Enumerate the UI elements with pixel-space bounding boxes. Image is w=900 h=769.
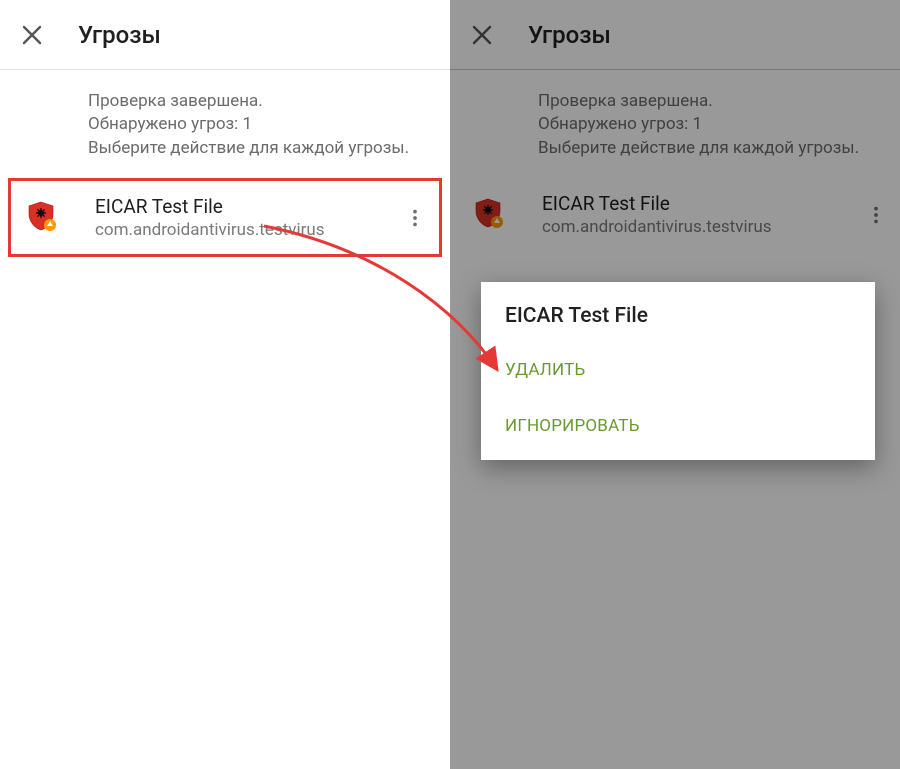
scan-status: Проверка завершена. Обнаружено угроз: 1 … <box>0 70 450 178</box>
status-line-1: Проверка завершена. <box>538 90 878 113</box>
status-line-3: Выберите действие для каждой угрозы. <box>538 137 878 160</box>
app-header: Угрозы <box>0 0 450 70</box>
threat-list-item[interactable]: EICAR Test File com.androidantivirus.tes… <box>450 178 900 251</box>
close-icon[interactable] <box>468 21 496 49</box>
threat-text: EICAR Test File com.androidantivirus.tes… <box>95 195 403 240</box>
threat-name: EICAR Test File <box>542 192 864 215</box>
ignore-button[interactable]: ИГНОРИРОВАТЬ <box>481 398 875 454</box>
scan-status: Проверка завершена. Обнаружено угроз: 1 … <box>450 70 900 178</box>
threat-text: EICAR Test File com.androidantivirus.tes… <box>542 192 864 237</box>
status-line-1: Проверка завершена. <box>88 90 428 113</box>
screen-threats-dialog: Угрозы Проверка завершена. Обнаружено уг… <box>450 0 900 769</box>
threat-package: com.androidantivirus.testvirus <box>542 217 864 237</box>
more-options-icon[interactable] <box>864 204 888 226</box>
shield-threat-icon <box>25 200 59 236</box>
dialog-title: EICAR Test File <box>481 304 875 342</box>
threat-list-item[interactable]: EICAR Test File com.androidantivirus.tes… <box>8 178 442 257</box>
more-options-icon[interactable] <box>403 207 427 229</box>
threat-name: EICAR Test File <box>95 195 403 218</box>
shield-threat-icon <box>472 197 506 233</box>
close-icon[interactable] <box>18 21 46 49</box>
page-title: Угрозы <box>78 21 161 49</box>
screen-threats-before: Угрозы Проверка завершена. Обнаружено уг… <box>0 0 450 769</box>
status-line-3: Выберите действие для каждой угрозы. <box>88 137 428 160</box>
page-title: Угрозы <box>528 21 611 49</box>
app-header: Угрозы <box>450 0 900 70</box>
threat-package: com.androidantivirus.testvirus <box>95 220 403 240</box>
status-line-2: Обнаружено угроз: 1 <box>538 113 878 136</box>
status-line-2: Обнаружено угроз: 1 <box>88 113 428 136</box>
delete-button[interactable]: УДАЛИТЬ <box>481 342 875 398</box>
threat-action-dialog: EICAR Test File УДАЛИТЬ ИГНОРИРОВАТЬ <box>481 282 875 460</box>
